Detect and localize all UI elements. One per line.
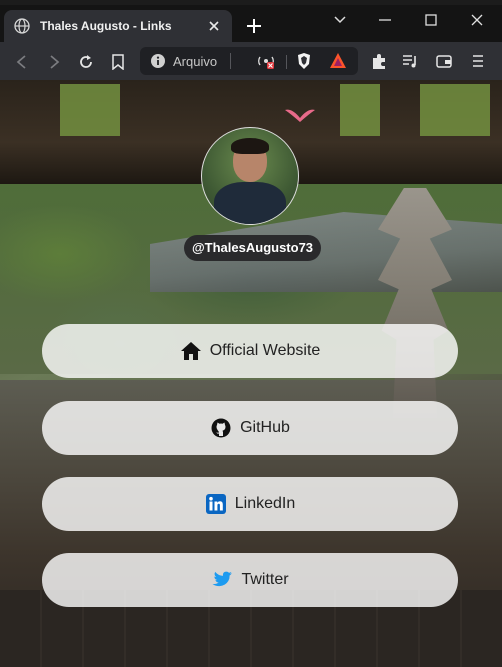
github-label: GitHub	[240, 419, 290, 436]
toolbar-separator	[286, 55, 287, 69]
avatar-hair	[231, 138, 269, 154]
browser-tab[interactable]: Thales Augusto - Links	[4, 10, 232, 42]
background-window	[420, 84, 490, 136]
browser-toolbar: Arquivo	[0, 42, 502, 80]
github-icon	[210, 417, 232, 439]
back-icon[interactable]	[12, 52, 32, 72]
title-bar-top-strip	[0, 0, 502, 5]
extensions-puzzle-icon[interactable]	[369, 51, 389, 71]
background-window	[340, 84, 380, 136]
linkedin-button[interactable]: LinkedIn	[42, 477, 458, 531]
official-website-label: Official Website	[209, 342, 321, 359]
tab-close-icon[interactable]	[206, 18, 222, 34]
info-icon[interactable]	[150, 53, 166, 69]
background-window	[60, 84, 120, 136]
wallet-icon[interactable]	[434, 51, 454, 71]
tab-title: Thales Augusto - Links	[40, 19, 172, 33]
address-bar[interactable]: Arquivo	[140, 47, 358, 75]
maximize-icon[interactable]	[420, 10, 442, 30]
bookmark-icon[interactable]	[108, 52, 128, 72]
address-separator	[230, 53, 232, 69]
official-website-button[interactable]: Official Website	[42, 324, 458, 378]
window-close-icon[interactable]	[466, 10, 488, 30]
page-content: @ThalesAugusto73 Official Website GitHub…	[0, 80, 502, 667]
twitter-icon	[211, 569, 233, 591]
home-icon	[180, 340, 202, 362]
brave-shields-icon[interactable]	[294, 51, 314, 71]
media-cast-icon[interactable]	[256, 51, 276, 71]
linkedin-icon	[205, 493, 227, 515]
menu-hamburger-icon[interactable]	[468, 51, 488, 71]
tab-search-chevron-icon[interactable]	[329, 10, 351, 30]
globe-icon	[14, 18, 30, 34]
linkedin-label: LinkedIn	[234, 495, 296, 512]
github-button[interactable]: GitHub	[42, 401, 458, 455]
forward-icon[interactable]	[44, 52, 64, 72]
brave-rewards-icon[interactable]	[328, 51, 348, 71]
reload-icon[interactable]	[76, 52, 96, 72]
twitter-label: Twitter	[241, 571, 289, 588]
minimize-icon[interactable]	[374, 10, 396, 30]
browser-title-bar: Thales Augusto - Links	[0, 0, 502, 42]
playlist-icon[interactable]	[400, 51, 420, 71]
twitter-button[interactable]: Twitter	[42, 553, 458, 607]
username-badge: @ThalesAugusto73	[184, 235, 322, 261]
heart-icon	[283, 108, 317, 124]
avatar-body	[214, 182, 286, 224]
new-tab-icon[interactable]	[245, 17, 263, 35]
address-text: Arquivo	[173, 53, 218, 69]
avatar	[201, 127, 299, 225]
